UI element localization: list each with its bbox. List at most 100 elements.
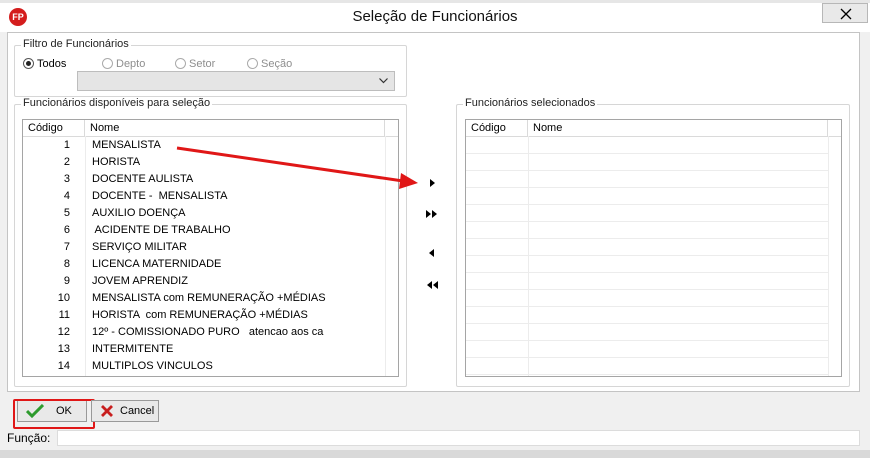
row-name: JOVEM APRENDIZ [92,275,188,287]
move-one-left-button[interactable] [420,243,444,263]
radio-todos[interactable]: Todos [23,58,66,72]
radio-secao[interactable]: Seção [247,58,292,72]
window-title: Seleção de Funcionários [352,8,518,25]
grid-row-line [466,153,828,154]
table-row[interactable]: 9 JOVEM APRENDIZ [23,273,398,290]
column-header-nome[interactable]: Nome [528,120,828,136]
table-row[interactable]: 3 DOCENTE AULISTA [23,171,398,188]
row-name: MULTIPLOS VINCULOS [92,360,213,372]
double-arrow-right-icon [426,210,437,218]
selected-grid[interactable]: Código Nome [465,119,842,377]
close-button[interactable] [822,3,868,23]
table-row[interactable]: 4 DOCENTE - MENSALISTA [23,188,398,205]
x-mark-icon [101,405,113,417]
status-field [57,430,860,446]
move-all-right-button[interactable] [420,204,444,224]
dialog-body: Filtro de Funcionários Todos Depto Setor… [7,32,860,392]
grid-row-line [466,221,828,222]
row-name: AUXILIO DOENÇA [92,207,186,219]
status-label: Função: [7,431,51,445]
available-grid[interactable]: Código Nome 1 MENSALISTA 2 HORISTA 3 DOCENTE … [22,119,399,377]
radio-depto-label: Depto [116,58,146,70]
selected-group: Funcionários selecionados Código Nome [456,97,850,387]
row-name: ACIDENTE DE TRABALHO [92,224,231,236]
row-code: 11 [58,309,70,321]
column-header-nome[interactable]: Nome [85,120,385,136]
cancel-button-label: Cancel [120,405,155,417]
grid-row-line [466,238,828,239]
column-header-codigo[interactable]: Código [23,120,85,136]
row-code: 7 [63,241,70,253]
grid-row-line [466,323,828,324]
grid-row-line [466,306,828,307]
grid-vline [828,136,829,376]
grid-row-line [466,289,828,290]
radio-setor-label: Setor [189,58,216,70]
table-row[interactable]: 7 SERVIÇO MILITAR [23,239,398,256]
grid-row-line [466,357,828,358]
column-header-codigo[interactable]: Código [466,120,528,136]
filter-group-label: Filtro de Funcionários [21,38,131,50]
table-row[interactable]: 1 MENSALISTA [23,137,398,154]
filter-group: Filtro de Funcionários Todos Depto Setor… [14,38,407,97]
row-code: 14 [57,360,70,372]
table-row[interactable]: 10 MENSALISTA com REMUNERAÇÃO +MÉDIAS [23,290,398,307]
row-name: DOCENTE AULISTA [92,173,194,185]
row-name: SERVIÇO MILITAR [92,241,187,253]
table-row[interactable]: 5 AUXILIO DOENÇA [23,205,398,222]
row-code: 3 [63,173,70,185]
row-name: MENSALISTA [92,139,161,151]
radio-setor-circle [175,58,186,69]
button-bar: OK Cancel [7,396,860,429]
row-code: 13 [57,343,70,355]
radio-todos-label: Todos [37,58,67,70]
row-code: 10 [57,292,70,304]
available-group: Funcionários disponíveis para seleção Có… [14,97,407,387]
row-name: LICENCA MATERNIDADE [92,258,222,270]
row-code: 4 [63,190,70,202]
radio-secao-circle [247,58,258,69]
radio-todos-circle [23,58,34,69]
single-arrow-right-icon [430,179,435,187]
radio-setor[interactable]: Setor [175,58,215,72]
table-row[interactable]: 13 INTERMITENTE [23,341,398,358]
row-code: 8 [63,258,70,270]
status-bar: Função: [7,430,860,446]
row-code: 5 [63,207,70,219]
row-name: INTERMITENTE [92,343,174,355]
table-row[interactable]: 8 LICENCA MATERNIDADE [23,256,398,273]
row-name: HORISTA [92,156,141,168]
available-grid-header: Código Nome [23,120,398,137]
table-row[interactable]: 6 ACIDENTE DE TRABALHO [23,222,398,239]
radio-depto[interactable]: Depto [102,58,145,72]
grid-row-line [466,255,828,256]
row-name: MENSALISTA com REMUNERAÇÃO +MÉDIAS [92,292,326,304]
close-x-icon [840,8,852,20]
grid-row-line [466,340,828,341]
move-one-right-button[interactable] [420,173,444,193]
chevron-down-icon [379,78,388,84]
move-all-left-button[interactable] [420,275,444,295]
table-row[interactable]: 12 12º - COMISSIONADO PURO atencao aos ca [23,324,398,341]
row-code: 12 [57,326,70,338]
table-row[interactable]: 11 HORISTA com REMUNERAÇÃO +MÉDIAS [23,307,398,324]
single-arrow-left-icon [429,249,434,257]
row-code: 2 [63,156,70,168]
cancel-button[interactable]: Cancel [91,400,159,422]
filter-select[interactable] [77,71,395,91]
selected-grid-header: Código Nome [466,120,841,137]
available-group-label: Funcionários disponíveis para seleção [21,97,213,109]
row-code: 1 [63,139,70,151]
radio-depto-circle [102,58,113,69]
row-code: 6 [63,224,70,236]
selected-group-label: Funcionários selecionados [463,97,598,109]
table-row[interactable]: 14 MULTIPLOS VINCULOS [23,358,398,375]
title-bar: FP Seleção de Funcionários [0,3,870,32]
grid-row-line [466,374,828,375]
row-name: 12º - COMISSIONADO PURO atencao aos ca [92,326,324,338]
bottom-strip [0,450,870,458]
grid-row-line [466,272,828,273]
ok-annotation-highlight [13,399,95,429]
table-row[interactable]: 2 HORISTA [23,154,398,171]
row-name: DOCENTE - MENSALISTA [92,190,228,202]
